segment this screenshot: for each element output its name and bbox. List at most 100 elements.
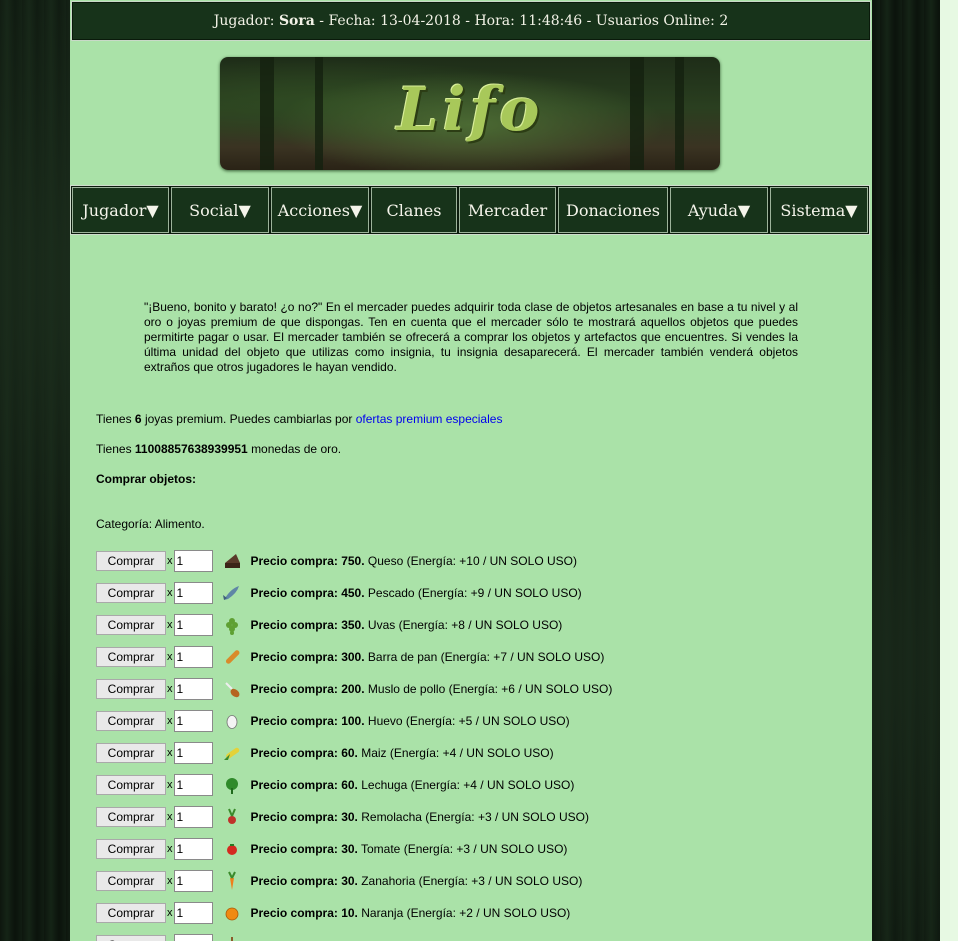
item-row: Comprarx Precio compra: 60. Lechuga (Ener… (96, 773, 574, 797)
date-value: 13-04-2018 (380, 13, 461, 29)
item-price: Precio compra: 450. (250, 586, 365, 600)
item-description: Precio compra: 60. Maiz (Energía: +4 / U… (251, 746, 554, 760)
times-label: x (167, 587, 173, 599)
player-label: Jugador: (213, 13, 275, 29)
item-description: Precio compra: 10. Naranja (Energía: +2 … (251, 906, 571, 920)
buy-button[interactable]: Comprar (96, 839, 166, 859)
item-description: Precio compra: 350. Uvas (Energía: +8 / … (251, 618, 563, 632)
online-label: - Usuarios Online: (586, 13, 715, 29)
buy-button[interactable]: Comprar (96, 679, 166, 699)
item-row: Comprarx (96, 933, 251, 941)
item-name: Remolacha (Energía: +3 / UN SOLO USO) (357, 810, 589, 824)
banner-logo: Lifo (396, 75, 544, 145)
item-icon (213, 933, 251, 941)
item-description: Precio compra: 30. Tomate (Energía: +3 /… (251, 842, 568, 856)
times-label: x (167, 715, 173, 727)
item-row: Comprarx Precio compra: 450. Pescado (Ene… (96, 581, 582, 605)
times-label: x (167, 683, 173, 695)
buy-button[interactable]: Comprar (96, 807, 166, 827)
date-label: - Fecha: (319, 13, 376, 29)
carrot-icon (213, 869, 251, 893)
buy-button[interactable]: Comprar (96, 711, 166, 731)
nav-mercader[interactable]: Mercader (459, 187, 556, 233)
player-name: Sora (278, 13, 315, 29)
quantity-input[interactable] (173, 614, 213, 636)
item-price: Precio compra: 60. (250, 746, 358, 760)
quantity-input[interactable] (173, 838, 213, 860)
times-label: x (167, 779, 173, 791)
item-price: Precio compra: 30. (250, 874, 358, 888)
buy-button[interactable]: Comprar (96, 775, 166, 795)
main-nav: Jugador▼ Social▼ Acciones▼ Clanes Mercad… (70, 185, 870, 235)
item-name: Maiz (Energía: +4 / UN SOLO USO) (357, 746, 554, 760)
buy-button[interactable]: Comprar (96, 583, 166, 603)
gold-line: Tienes 11008857638939951 monedas de oro. (96, 442, 341, 456)
item-name: Lechuga (Energía: +4 / UN SOLO USO) (357, 778, 575, 792)
time-label: - Hora: (465, 13, 515, 29)
quantity-input[interactable] (173, 646, 213, 668)
item-row: Comprarx Precio compra: 10. Naranja (Ener… (96, 901, 570, 925)
item-name: Naranja (Energía: +2 / UN SOLO USO) (357, 906, 571, 920)
orange-icon (213, 901, 251, 925)
quantity-input[interactable] (173, 582, 213, 604)
nav-jugador[interactable]: Jugador▼ (72, 187, 169, 233)
item-description: Precio compra: 30. Remolacha (Energía: +… (251, 810, 589, 824)
buy-button[interactable]: Comprar (96, 935, 166, 941)
times-label: x (167, 555, 173, 567)
nav-social[interactable]: Social▼ (171, 187, 269, 233)
item-description: Precio compra: 300. Barra de pan (Energí… (251, 650, 605, 664)
nav-clanes[interactable]: Clanes (371, 187, 457, 233)
item-row: Comprarx Precio compra: 30. Zanahoria (En… (96, 869, 582, 893)
item-row: Comprarx Precio compra: 30. Remolacha (En… (96, 805, 589, 829)
status-header: Jugador: Sora - Fecha: 13-04-2018 - Hora… (71, 1, 871, 41)
jewels-line: Tienes 6 joyas premium. Puedes cambiarla… (96, 412, 502, 426)
nav-ayuda[interactable]: Ayuda▼ (670, 187, 768, 233)
jewels-prefix: Tienes (96, 412, 132, 426)
cheese-icon (213, 549, 251, 573)
quantity-input[interactable] (173, 774, 213, 796)
item-row: Comprarx Precio compra: 100. Huevo (Energ… (96, 709, 570, 733)
nav-acciones[interactable]: Acciones▼ (271, 187, 369, 233)
quantity-input[interactable] (173, 742, 213, 764)
item-price: Precio compra: 100. (250, 714, 365, 728)
quantity-input[interactable] (173, 678, 213, 700)
jewels-count: 6 (134, 412, 142, 426)
quantity-input[interactable] (173, 870, 213, 892)
tomato-icon (213, 837, 251, 861)
online-count: 2 (719, 13, 729, 29)
item-row: Comprarx Precio compra: 60. Maiz (Energía… (96, 741, 554, 765)
main-panel: Jugador: Sora - Fecha: 13-04-2018 - Hora… (70, 0, 872, 941)
time-value: 11:48:46 (519, 13, 583, 29)
item-price: Precio compra: 60. (250, 778, 358, 792)
quantity-input[interactable] (173, 806, 213, 828)
item-name: Barra de pan (Energía: +7 / UN SOLO USO) (364, 650, 605, 664)
bread-icon (213, 645, 251, 669)
item-price: Precio compra: 30. (250, 842, 358, 856)
category-label: Categoría: Alimento. (96, 517, 205, 531)
times-label: x (167, 811, 173, 823)
chicken-leg-icon (213, 677, 251, 701)
item-description: Precio compra: 30. Zanahoria (Energía: +… (251, 874, 583, 888)
buy-heading: Comprar objetos: (96, 472, 197, 486)
buy-button[interactable]: Comprar (96, 871, 166, 891)
game-banner[interactable]: Lifo (220, 57, 720, 170)
item-description: Precio compra: 60. Lechuga (Energía: +4 … (251, 778, 575, 792)
nav-donaciones[interactable]: Donaciones (558, 187, 668, 233)
buy-button[interactable]: Comprar (96, 551, 166, 571)
item-name: Pescado (Energía: +9 / UN SOLO USO) (364, 586, 582, 600)
jewels-suffix: joyas premium. Puedes cambiarlas por (144, 412, 353, 426)
quantity-input[interactable] (173, 710, 213, 732)
premium-offers-link[interactable]: ofertas premium especiales (356, 412, 503, 426)
quantity-input[interactable] (173, 550, 213, 572)
buy-button[interactable]: Comprar (96, 615, 166, 635)
quantity-input[interactable] (173, 934, 213, 941)
buy-button[interactable]: Comprar (96, 903, 166, 923)
buy-button[interactable]: Comprar (96, 647, 166, 667)
nav-sistema[interactable]: Sistema▼ (770, 187, 868, 233)
item-description: Precio compra: 750. Queso (Energía: +10 … (251, 554, 577, 568)
item-row: Comprarx Precio compra: 200. Muslo de pol… (96, 677, 612, 701)
quantity-input[interactable] (173, 902, 213, 924)
item-price: Precio compra: 300. (250, 650, 365, 664)
buy-button[interactable]: Comprar (96, 743, 166, 763)
item-name: Queso (Energía: +10 / UN SOLO USO) (364, 554, 577, 568)
